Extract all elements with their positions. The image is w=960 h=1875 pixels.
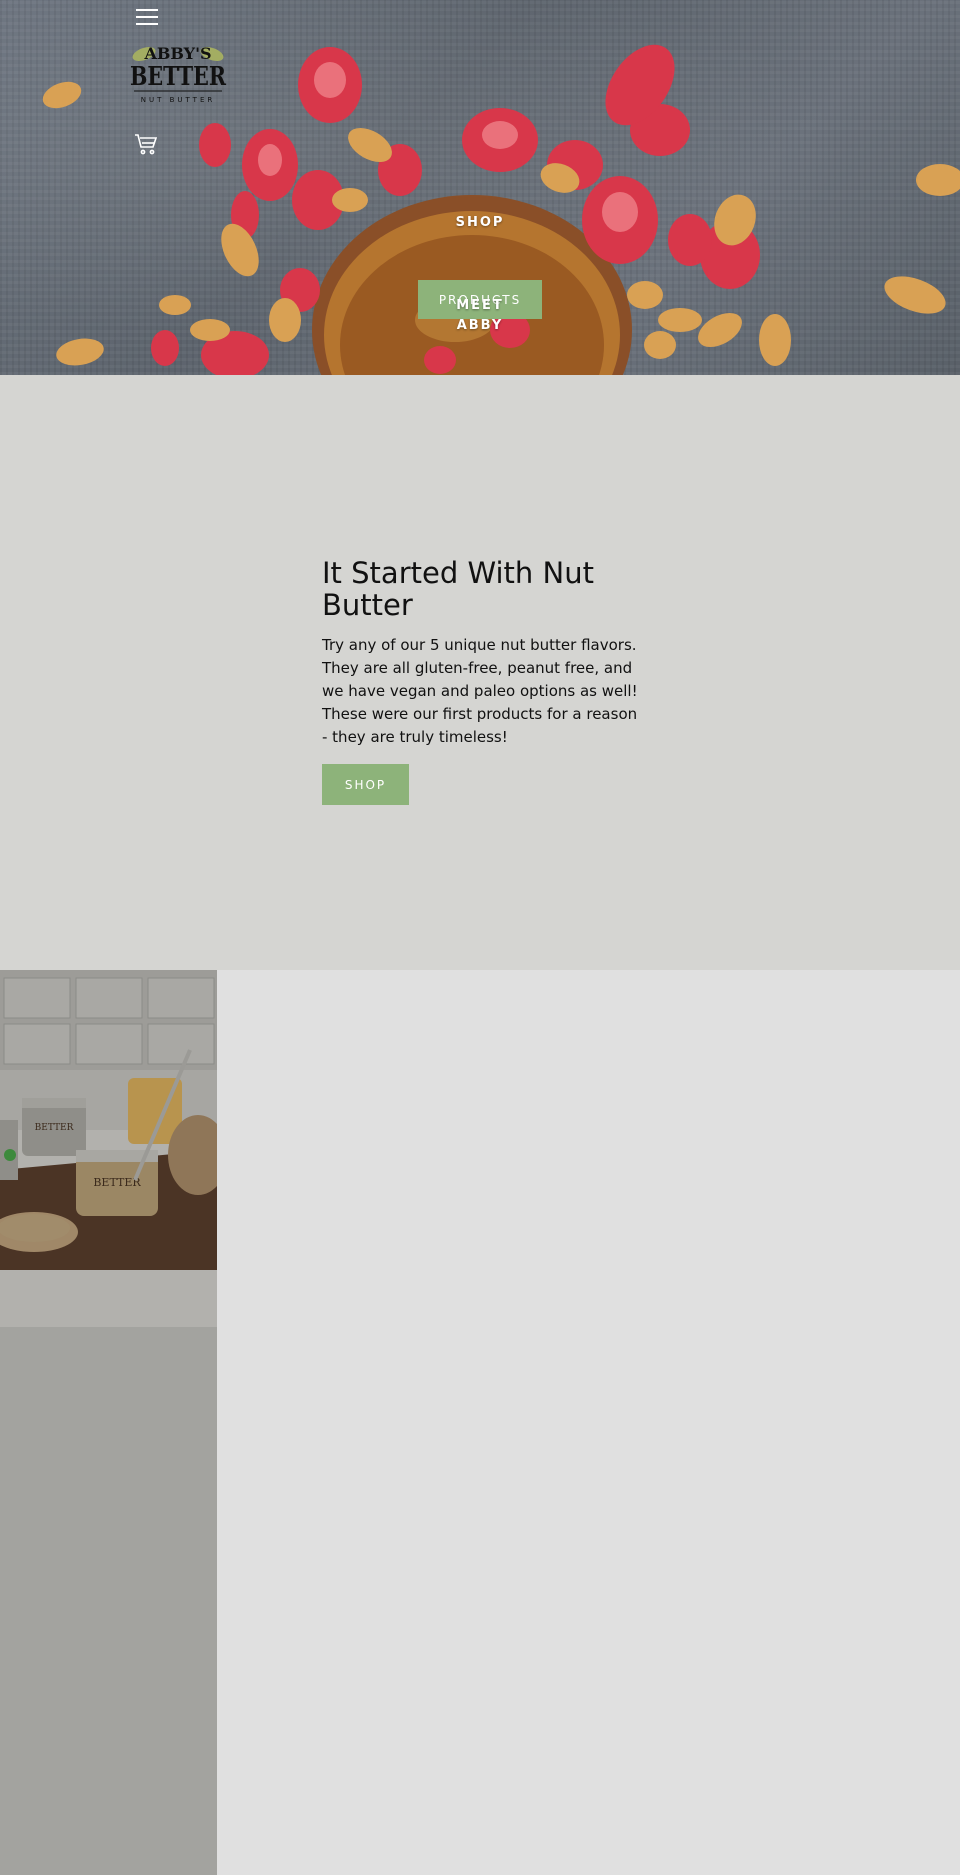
feature-title: It Started With Nut Butter xyxy=(322,556,594,622)
feature-shop-button[interactable]: SHOP xyxy=(322,764,409,805)
nav-meet-line1: MEET xyxy=(456,298,504,313)
hamburger-menu-icon[interactable] xyxy=(136,9,158,27)
lower-left-panel: BETTER BETTER xyxy=(0,970,217,1875)
logo-line2: BETTER xyxy=(130,62,226,92)
feature-section: It Started With Nut Butter Try any of ou… xyxy=(0,375,960,970)
hero-banner: ABBY'S BETTER NUT BUTTER SHOP PRODUCTS M… xyxy=(0,0,960,375)
feature-body: Try any of our 5 unique nut butter flavo… xyxy=(322,636,638,746)
shopping-cart-icon[interactable] xyxy=(134,132,158,156)
logo-mark: ABBY'S BETTER NUT BUTTER xyxy=(130,44,226,104)
svg-text:BETTER: BETTER xyxy=(35,1123,74,1133)
nav-meet-abby-link[interactable]: MEET ABBY xyxy=(430,296,530,336)
logo-line1: ABBY'S xyxy=(143,44,211,63)
lower-right-panel xyxy=(217,970,960,1875)
logo[interactable]: ABBY'S BETTER NUT BUTTER xyxy=(126,40,230,116)
nav-shop-link[interactable]: SHOP xyxy=(430,215,530,230)
product-photo: BETTER BETTER xyxy=(0,970,217,1327)
logo-line3: NUT BUTTER xyxy=(141,96,216,104)
nav-meet-line2: ABBY xyxy=(456,318,504,333)
